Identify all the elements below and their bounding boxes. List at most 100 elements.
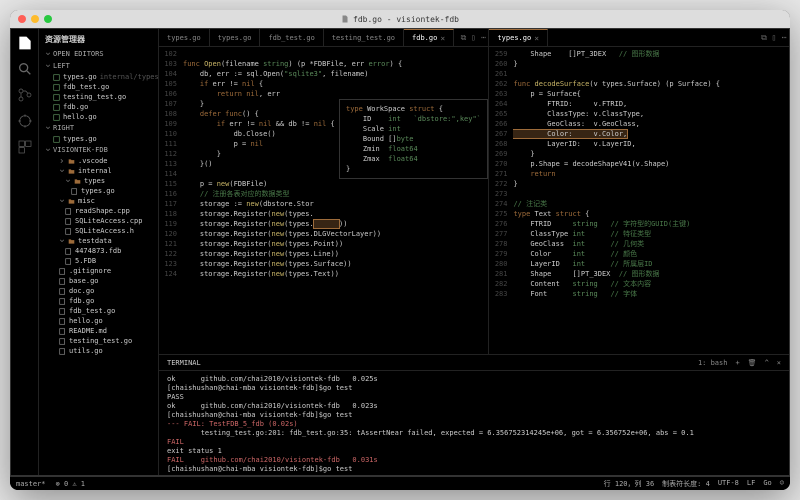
code-line[interactable]: 277 ClassType int // 特征类型 [489, 229, 789, 239]
code-line[interactable]: 282 Content string // 文本内容 [489, 279, 789, 289]
code-line[interactable]: 272} [489, 179, 789, 189]
code-line[interactable]: 271 return [489, 169, 789, 179]
tree-item[interactable]: utils.go [39, 346, 158, 356]
tree-item[interactable]: types.go [39, 186, 158, 196]
code-line[interactable]: 264 FTRID: v.FTRID, [489, 99, 789, 109]
status-item[interactable]: 行 120，列 36 [604, 479, 655, 489]
terminal-body[interactable]: ok github.com/chai2010/visiontek-fdb 0.0… [159, 371, 789, 475]
sidebar-section[interactable]: VISIONTEK-FDB [39, 144, 158, 156]
status-item[interactable]: 制表符长度: 4 [662, 479, 710, 489]
code-line[interactable]: 262func decodeSurface(v types.Surface) (… [489, 79, 789, 89]
code-line[interactable]: 103func Open(filename string) (p *FDBFil… [159, 59, 488, 69]
tree-item[interactable]: README.md [39, 326, 158, 336]
code-line[interactable]: 115 p = new(FDBFile) [159, 179, 488, 189]
tree-item[interactable]: .gitignore [39, 266, 158, 276]
code-line[interactable]: 276 FTRID string // 字符型的GUID(主键) [489, 219, 789, 229]
terminal-tab[interactable]: TERMINAL [167, 359, 201, 367]
code-line[interactable]: 105 if err != nil { [159, 79, 488, 89]
sidebar-section[interactable]: LEFT [39, 60, 158, 72]
code-line[interactable]: 119 storage.Register(new(types. )) [159, 219, 488, 229]
tree-item[interactable]: testing_test.go [39, 336, 158, 346]
code-line[interactable]: 266 GeoClass: v.GeoClass, [489, 119, 789, 129]
source-control-icon[interactable] [17, 87, 33, 103]
tree-item[interactable]: .vscode [39, 156, 158, 166]
code-line[interactable]: 120 storage.Register(new(types.DLGVector… [159, 229, 488, 239]
code-line[interactable]: 273 [489, 189, 789, 199]
tree-item[interactable]: 5.FDB [39, 256, 158, 266]
tree-item[interactable]: hello.go [39, 316, 158, 326]
new-terminal-icon[interactable]: + [735, 359, 739, 367]
search-icon[interactable] [17, 61, 33, 77]
sidebar-item[interactable]: types.go internal/types [39, 72, 158, 82]
extensions-icon[interactable] [17, 139, 33, 155]
editor-tab[interactable]: fdb.go × [404, 29, 454, 46]
code-line[interactable]: 283 Font string // 字体 [489, 289, 789, 299]
editor-tab[interactable]: types.go [210, 29, 261, 46]
code-editor-left[interactable]: type WorkSpace struct { ID int `dbstore:… [159, 47, 488, 354]
editor-tab[interactable]: testing_test.go [324, 29, 404, 46]
debug-icon[interactable] [17, 113, 33, 129]
code-line[interactable]: 269 } [489, 149, 789, 159]
code-editor-right[interactable]: 259 Shape []PT_3DEX // 图形数据260}261262fun… [489, 47, 789, 354]
sidebar-item[interactable]: fdb_test.go [39, 82, 158, 92]
tab-action-icon[interactable]: ⧉ [759, 29, 769, 46]
tree-item[interactable]: types [39, 176, 158, 186]
code-line[interactable]: 124 storage.Register(new(types.Text)) [159, 269, 488, 279]
code-line[interactable]: 279 Color int // 颜色 [489, 249, 789, 259]
sidebar-item[interactable]: testing_test.go [39, 92, 158, 102]
tree-item[interactable]: readShape.cpp [39, 206, 158, 216]
tab-action-icon[interactable]: ⋯ [478, 29, 488, 46]
explorer-icon[interactable] [17, 35, 33, 51]
tree-item[interactable]: fdb_test.go [39, 306, 158, 316]
tab-action-icon[interactable]: ⋯ [779, 29, 789, 46]
close-tab-icon[interactable]: × [534, 34, 539, 43]
code-line[interactable]: 121 storage.Register(new(types.Point)) [159, 239, 488, 249]
code-line[interactable]: 275type Text struct { [489, 209, 789, 219]
code-line[interactable]: 263 p = Surface{ [489, 89, 789, 99]
maximize-panel-icon[interactable]: ^ [765, 359, 769, 367]
kill-terminal-icon[interactable]: 🗑 [748, 359, 757, 367]
code-line[interactable]: 270 p.Shape = decodeShapeV41(v.Shape) [489, 159, 789, 169]
sidebar-item[interactable]: types.go [39, 134, 158, 144]
tree-item[interactable]: base.go [39, 276, 158, 286]
code-line[interactable]: 281 Shape []PT_3DEX // 图形数据 [489, 269, 789, 279]
code-line[interactable]: 274// 注记类 [489, 199, 789, 209]
status-item[interactable]: LF [747, 479, 755, 489]
sidebar-item[interactable]: fdb.go [39, 102, 158, 112]
code-line[interactable]: 261 [489, 69, 789, 79]
status-item[interactable]: Go [763, 479, 771, 489]
code-line[interactable]: 265 ClassType: v.ClassType, [489, 109, 789, 119]
close-window-button[interactable] [18, 15, 26, 23]
tree-item[interactable]: fdb.go [39, 296, 158, 306]
code-line[interactable]: 122 storage.Register(new(types.Line)) [159, 249, 488, 259]
status-item[interactable]: master* [16, 480, 46, 488]
sidebar-section[interactable]: RIGHT [39, 122, 158, 134]
tab-action-icon[interactable]: ⧉ [458, 29, 468, 46]
code-line[interactable]: 102 [159, 49, 488, 59]
tree-item[interactable]: testdata [39, 236, 158, 246]
code-line[interactable]: 267 Color: v.Color, [489, 129, 789, 139]
status-item[interactable]: ⊗ 0 ⚠ 1 [56, 480, 86, 488]
editor-tab[interactable]: types.go [159, 29, 210, 46]
code-line[interactable]: 106 return nil, err [159, 89, 488, 99]
terminal-shell-select[interactable]: 1: bash [698, 359, 728, 367]
code-line[interactable]: 117 storage := new(dbstore.Stor [159, 199, 488, 209]
maximize-window-button[interactable] [44, 15, 52, 23]
editor-tab[interactable]: types.go × [489, 29, 548, 46]
sidebar-section[interactable]: OPEN EDITORS [39, 48, 158, 60]
close-panel-icon[interactable]: × [777, 359, 781, 367]
code-line[interactable]: 259 Shape []PT_3DEX // 图形数据 [489, 49, 789, 59]
tree-item[interactable]: SQLiteAccess.cpp [39, 216, 158, 226]
close-tab-icon[interactable]: × [440, 34, 445, 43]
code-line[interactable]: 278 GeoClass int // 几何类 [489, 239, 789, 249]
status-item[interactable]: ☺ [780, 479, 784, 489]
tree-item[interactable]: SQLiteAccess.h [39, 226, 158, 236]
code-line[interactable]: 260} [489, 59, 789, 69]
code-line[interactable]: 268 LayerID: v.LayerID, [489, 139, 789, 149]
sidebar-item[interactable]: hello.go [39, 112, 158, 122]
tree-item[interactable]: doc.go [39, 286, 158, 296]
code-line[interactable]: 104 db, err := sql.Open("sqlite3", filen… [159, 69, 488, 79]
editor-tab[interactable]: fdb_test.go [260, 29, 323, 46]
tab-action-icon[interactable]: ▯ [468, 29, 478, 46]
tree-item[interactable]: internal [39, 166, 158, 176]
